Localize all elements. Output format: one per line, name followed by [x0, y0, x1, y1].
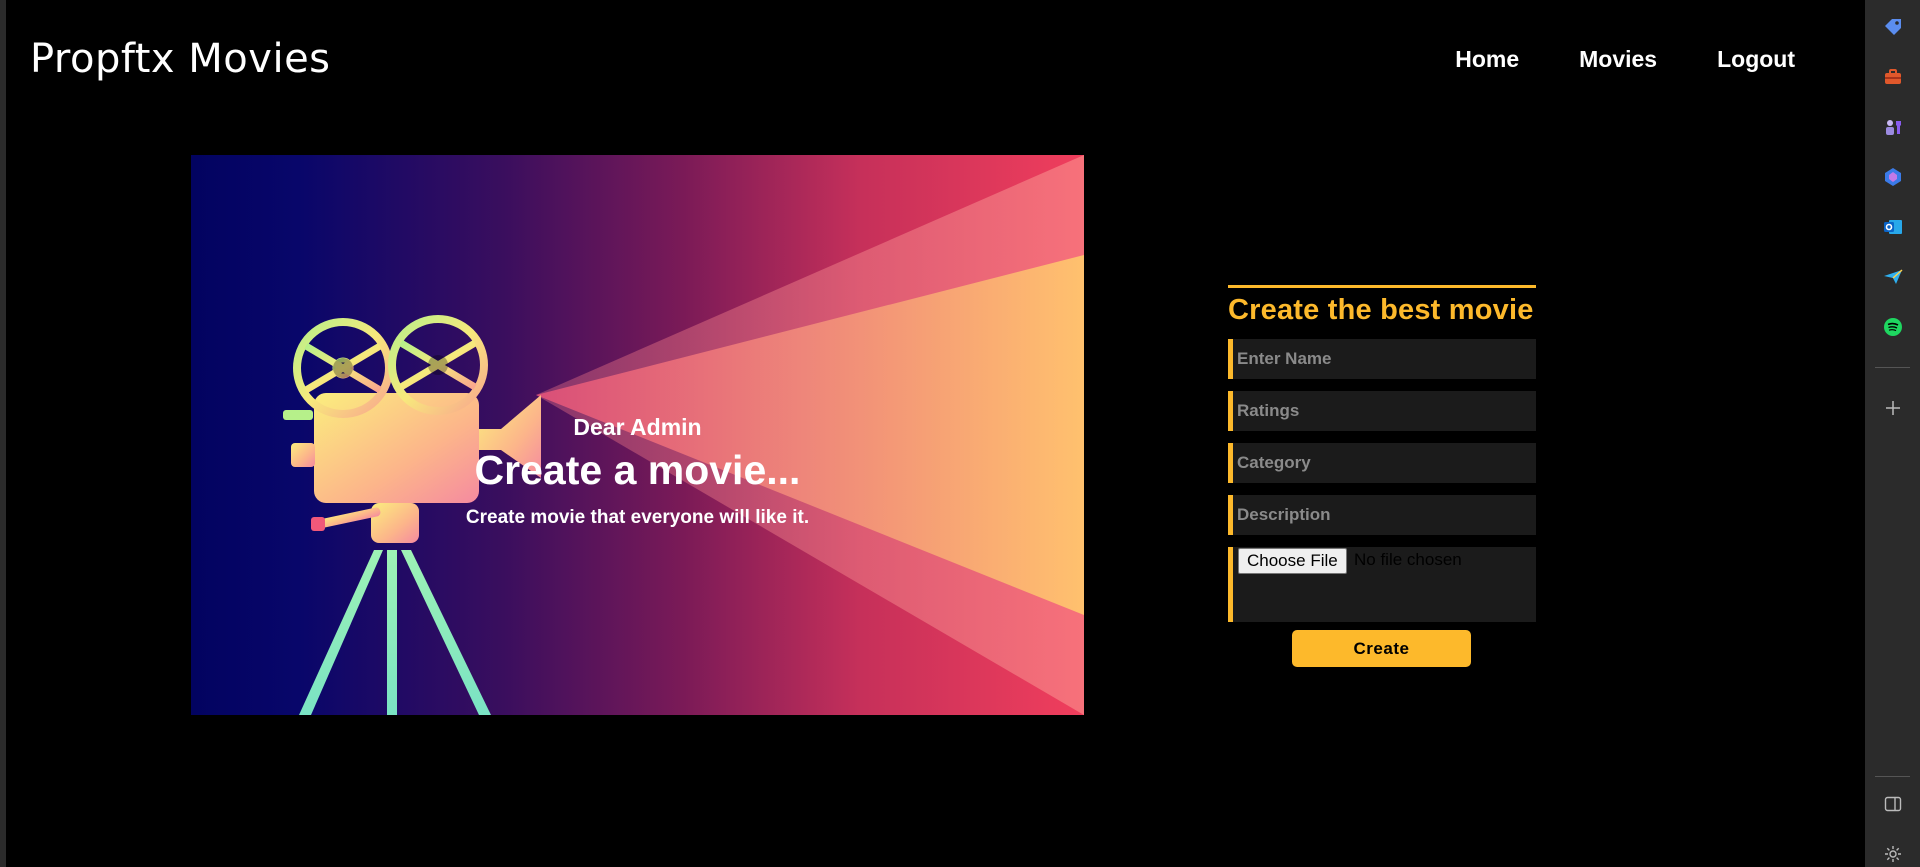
category-input[interactable] [1237, 453, 1536, 473]
create-movie-form: Create the best movie Choose File No fil… [1228, 285, 1538, 667]
description-field [1228, 495, 1536, 535]
choose-file-button[interactable]: Choose File [1238, 548, 1347, 574]
hero-banner: Dear Admin Create a movie... Create movi… [191, 155, 1084, 715]
toolbox-icon[interactable] [1882, 66, 1904, 88]
main-nav: Home Movies Logout [1455, 46, 1795, 73]
send-icon[interactable] [1882, 266, 1904, 288]
page: Propftx Movies Home Movies Logout Dear A… [6, 0, 1865, 867]
hero-greeting: Dear Admin [573, 414, 702, 440]
settings-icon[interactable] [1882, 843, 1904, 865]
browser-sidebar [1865, 0, 1920, 867]
chess-icon[interactable] [1882, 116, 1904, 138]
outlook-icon[interactable] [1882, 216, 1904, 238]
form-title: Create the best movie [1228, 294, 1534, 326]
tag-icon[interactable] [1882, 16, 1904, 38]
copilot-icon[interactable] [1882, 166, 1904, 188]
hero-text: Dear Admin Create a movie... Create movi… [191, 155, 1084, 715]
file-upload-field: Choose File No file chosen [1228, 547, 1536, 622]
create-button[interactable]: Create [1292, 630, 1471, 667]
file-status-text: No file chosen [1354, 550, 1462, 569]
form-top-rule [1228, 285, 1536, 288]
hero-title: Create a movie... [474, 447, 801, 493]
panel-icon[interactable] [1882, 793, 1904, 815]
add-icon[interactable] [1882, 397, 1904, 419]
name-input[interactable] [1237, 349, 1536, 369]
name-field [1228, 339, 1536, 379]
sidebar-divider-bottom [1875, 776, 1910, 777]
nav-logout-link[interactable]: Logout [1717, 46, 1795, 73]
description-input[interactable] [1237, 505, 1536, 525]
category-field [1228, 443, 1536, 483]
hero-subtitle: Create movie that everyone will like it. [465, 507, 810, 528]
ratings-input[interactable] [1237, 401, 1536, 421]
brand-logo[interactable]: Propftx Movies [30, 36, 331, 82]
spotify-icon[interactable] [1882, 316, 1904, 338]
sidebar-divider [1875, 367, 1910, 368]
nav-home-link[interactable]: Home [1455, 46, 1519, 73]
nav-movies-link[interactable]: Movies [1579, 46, 1657, 73]
ratings-field [1228, 391, 1536, 431]
